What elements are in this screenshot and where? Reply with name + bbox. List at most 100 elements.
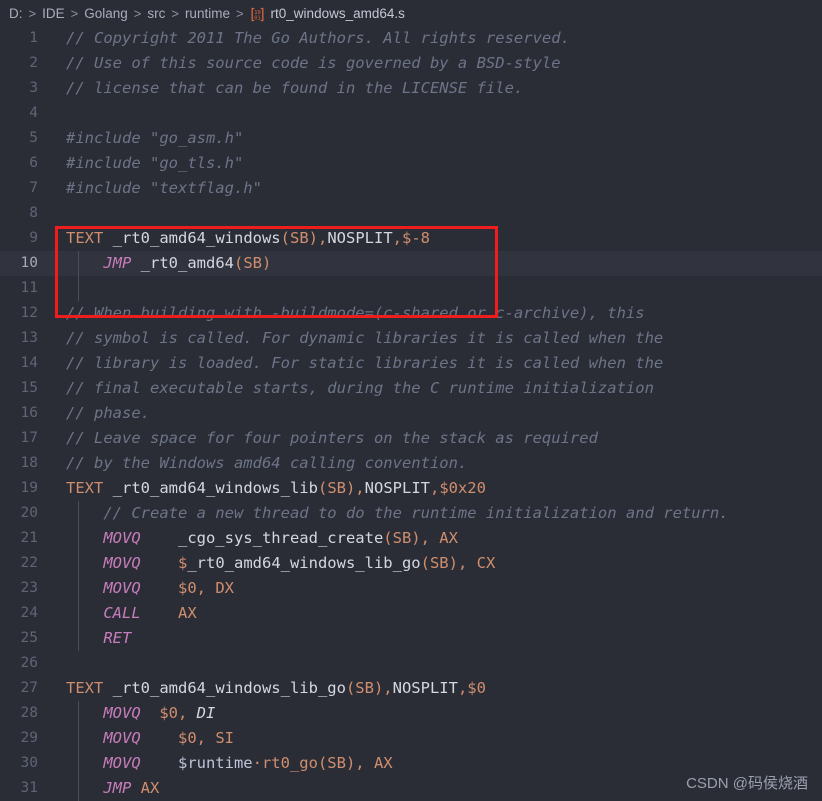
- line-number[interactable]: 30: [0, 751, 48, 776]
- line-number[interactable]: 13: [0, 326, 48, 351]
- code-line-content[interactable]: MOVQ _cgo_sys_thread_create(SB), AX: [48, 526, 822, 551]
- code-line-content[interactable]: // Use of this source code is governed b…: [48, 51, 822, 76]
- code-line-content[interactable]: // by the Windows amd64 calling conventi…: [48, 451, 822, 476]
- code-line[interactable]: 24 CALL AX: [0, 601, 822, 626]
- code-line[interactable]: 3 // license that can be found in the LIC…: [0, 76, 822, 101]
- code-line-content[interactable]: MOVQ $0, SI: [48, 726, 822, 751]
- line-number[interactable]: 26: [0, 651, 48, 676]
- code-line-content[interactable]: RET: [48, 626, 822, 651]
- breadcrumb-item-src[interactable]: src: [146, 6, 166, 21]
- code-line[interactable]: 27 TEXT _rt0_amd64_windows_lib_go(SB),NOS…: [0, 676, 822, 701]
- code-line-content[interactable]: // Leave space for four pointers on the …: [48, 426, 822, 451]
- code-line[interactable]: 10 JMP _rt0_amd64(SB): [0, 251, 822, 276]
- code-line-content[interactable]: #include "textflag.h": [48, 176, 822, 201]
- code-editor[interactable]: 1 // Copyright 2011 The Go Authors. All r…: [0, 26, 822, 801]
- code-line[interactable]: 9 TEXT _rt0_amd64_windows(SB),NOSPLIT,$-8: [0, 226, 822, 251]
- code-line-content[interactable]: MOVQ $0, DX: [48, 576, 822, 601]
- line-number[interactable]: 27: [0, 676, 48, 701]
- code-line[interactable]: 1 // Copyright 2011 The Go Authors. All r…: [0, 26, 822, 51]
- line-number[interactable]: 28: [0, 701, 48, 726]
- line-number[interactable]: 6: [0, 151, 48, 176]
- code-line-content[interactable]: TEXT _rt0_amd64_windows_lib_go(SB),NOSPL…: [48, 676, 822, 701]
- line-number[interactable]: 22: [0, 551, 48, 576]
- code-line[interactable]: 15 // final executable starts, during the…: [0, 376, 822, 401]
- code-line[interactable]: 21 MOVQ _cgo_sys_thread_create(SB), AX: [0, 526, 822, 551]
- code-line[interactable]: 2 // Use of this source code is governed …: [0, 51, 822, 76]
- line-number[interactable]: 4: [0, 101, 48, 126]
- code-line-content[interactable]: JMP _rt0_amd64(SB): [48, 251, 822, 276]
- line-number[interactable]: 21: [0, 526, 48, 551]
- code-line-content[interactable]: TEXT _rt0_amd64_windows(SB),NOSPLIT,$-8: [48, 226, 822, 251]
- code-line-content[interactable]: [48, 201, 822, 226]
- line-number[interactable]: 24: [0, 601, 48, 626]
- line-number[interactable]: 7: [0, 176, 48, 201]
- code-line[interactable]: 13 // symbol is called. For dynamic libra…: [0, 326, 822, 351]
- code-line-content[interactable]: #include "go_tls.h": [48, 151, 822, 176]
- breadcrumb-item-d[interactable]: D:: [8, 6, 24, 21]
- line-number[interactable]: 31: [0, 776, 48, 801]
- code-line[interactable]: 5 #include "go_asm.h": [0, 126, 822, 151]
- code-line-content[interactable]: // Copyright 2011 The Go Authors. All ri…: [48, 26, 822, 51]
- code-line-content[interactable]: // license that can be found in the LICE…: [48, 76, 822, 101]
- code-line-content[interactable]: // final executable starts, during the C…: [48, 376, 822, 401]
- line-number[interactable]: 15: [0, 376, 48, 401]
- code-line-content[interactable]: [48, 651, 822, 676]
- code-line-content[interactable]: CALL AX: [48, 601, 822, 626]
- code-line[interactable]: 29 MOVQ $0, SI: [0, 726, 822, 751]
- line-number[interactable]: 1: [0, 26, 48, 51]
- line-number[interactable]: 10: [0, 251, 48, 276]
- code-line-content[interactable]: [48, 101, 822, 126]
- line-number[interactable]: 16: [0, 401, 48, 426]
- code-line[interactable]: 14 // library is loaded. For static libra…: [0, 351, 822, 376]
- line-number[interactable]: 2: [0, 51, 48, 76]
- code-line[interactable]: 22 MOVQ $_rt0_amd64_windows_lib_go(SB), …: [0, 551, 822, 576]
- line-number[interactable]: 11: [0, 276, 48, 301]
- code-line[interactable]: 26: [0, 651, 822, 676]
- code-line[interactable]: 28 MOVQ $0, DI: [0, 701, 822, 726]
- line-number[interactable]: 19: [0, 476, 48, 501]
- breadcrumb-item-filename[interactable]: rt0_windows_amd64.s: [270, 6, 406, 21]
- line-number[interactable]: 29: [0, 726, 48, 751]
- line-number[interactable]: 14: [0, 351, 48, 376]
- line-number[interactable]: 5: [0, 126, 48, 151]
- code-line[interactable]: 11: [0, 276, 822, 301]
- breadcrumb-item-ide[interactable]: IDE: [41, 6, 66, 21]
- code-line-content[interactable]: TEXT _rt0_amd64_windows_lib(SB),NOSPLIT,…: [48, 476, 822, 501]
- code-line[interactable]: 4: [0, 101, 822, 126]
- line-number[interactable]: 25: [0, 626, 48, 651]
- line-number[interactable]: 3: [0, 76, 48, 101]
- line-number[interactable]: 12: [0, 301, 48, 326]
- code-line-content[interactable]: // When building with -buildmode=(c-shar…: [48, 301, 822, 326]
- code-line[interactable]: 20 // Create a new thread to do the runt…: [0, 501, 822, 526]
- code-line[interactable]: 12 // When building with -buildmode=(c-sh…: [0, 301, 822, 326]
- code-line-content[interactable]: [48, 276, 822, 301]
- line-number[interactable]: 23: [0, 576, 48, 601]
- code-line[interactable]: 18 // by the Windows amd64 calling conven…: [0, 451, 822, 476]
- breadcrumb-item-runtime[interactable]: runtime: [184, 6, 231, 21]
- code-token-instr: CALL: [103, 604, 141, 622]
- code-line-list[interactable]: 1 // Copyright 2011 The Go Authors. All r…: [0, 26, 822, 801]
- code-line[interactable]: 16 // phase.: [0, 401, 822, 426]
- code-line-content[interactable]: // Create a new thread to do the runtime…: [48, 501, 822, 526]
- code-token-instr: RET: [103, 629, 132, 647]
- code-line-content[interactable]: MOVQ $0, DI: [48, 701, 822, 726]
- line-number[interactable]: 20: [0, 501, 48, 526]
- code-line[interactable]: 8: [0, 201, 822, 226]
- code-line[interactable]: 19 TEXT _rt0_amd64_windows_lib(SB),NOSPLI…: [0, 476, 822, 501]
- line-number[interactable]: 17: [0, 426, 48, 451]
- code-token-punc: (SB): [234, 254, 272, 272]
- code-line-content[interactable]: MOVQ $_rt0_amd64_windows_lib_go(SB), CX: [48, 551, 822, 576]
- line-number[interactable]: 18: [0, 451, 48, 476]
- breadcrumb-item-golang[interactable]: Golang: [83, 6, 129, 21]
- code-line[interactable]: 23 MOVQ $0, DX: [0, 576, 822, 601]
- line-number[interactable]: 9: [0, 226, 48, 251]
- line-number[interactable]: 8: [0, 201, 48, 226]
- code-line-content[interactable]: // symbol is called. For dynamic librari…: [48, 326, 822, 351]
- code-line-content[interactable]: // library is loaded. For static librari…: [48, 351, 822, 376]
- code-line[interactable]: 25 RET: [0, 626, 822, 651]
- code-line-content[interactable]: // phase.: [48, 401, 822, 426]
- code-line[interactable]: 17 // Leave space for four pointers on th…: [0, 426, 822, 451]
- code-line[interactable]: 7 #include "textflag.h": [0, 176, 822, 201]
- code-line[interactable]: 6 #include "go_tls.h": [0, 151, 822, 176]
- code-line-content[interactable]: #include "go_asm.h": [48, 126, 822, 151]
